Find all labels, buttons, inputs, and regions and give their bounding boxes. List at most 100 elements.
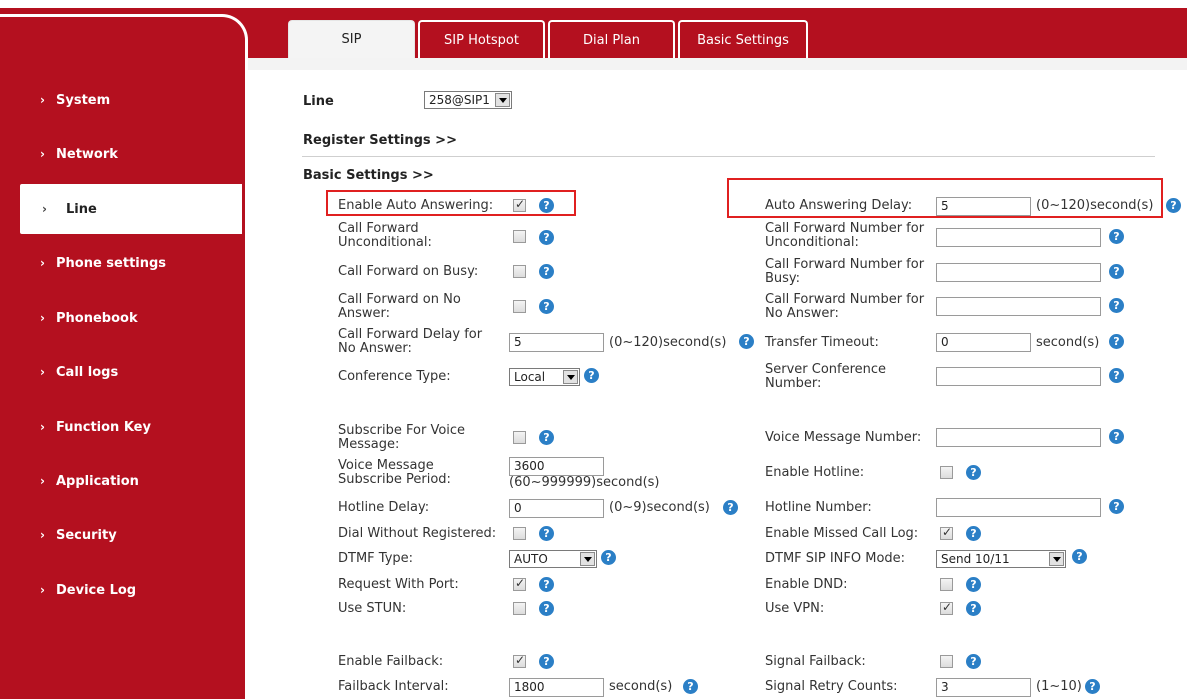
missed-call-log-checkbox[interactable] (940, 525, 953, 540)
help-icon[interactable]: ? (1109, 334, 1124, 349)
cfn-noanswer-input[interactable] (936, 297, 1101, 316)
enable-failback-checkbox[interactable] (513, 653, 526, 668)
cfn-busy-input[interactable] (936, 263, 1101, 282)
hotline-delay-input[interactable]: 0 (509, 499, 604, 518)
transfer-timeout-input[interactable]: 0 (936, 333, 1031, 352)
help-icon[interactable]: ? (1109, 368, 1124, 383)
sidebar-item-label: Application (56, 473, 139, 489)
sidebar-item-security[interactable]: › Security (0, 510, 242, 560)
tab-dial-plan[interactable]: Dial Plan (548, 20, 675, 58)
help-icon[interactable]: ? (1109, 499, 1124, 514)
highlight-box (326, 190, 576, 216)
use-stun-checkbox[interactable] (513, 602, 526, 615)
signal-failback-label: Signal Failback: (765, 654, 866, 669)
voice-message-number-label: Voice Message Number: (765, 430, 922, 445)
chevron-right-icon: › (40, 147, 45, 161)
line-label: Line (303, 94, 334, 109)
sidebar-item-device-log[interactable]: › Device Log (0, 565, 242, 615)
sidebar-item-line[interactable]: › Line (20, 184, 242, 234)
help-icon[interactable]: ? (966, 654, 981, 669)
sidebar-item-phone-settings[interactable]: › Phone settings (0, 238, 242, 288)
sidebar-item-application[interactable]: › Application (0, 456, 242, 506)
use-vpn-label: Use VPN: (765, 601, 825, 616)
chevron-right-icon: › (40, 420, 45, 434)
cf-delay-input[interactable]: 5 (509, 333, 604, 352)
cf-unconditional-checkbox[interactable] (513, 230, 526, 243)
chevron-down-icon (563, 370, 578, 384)
vm-period-input[interactable]: 3600 (509, 457, 604, 476)
chevron-right-icon: › (42, 202, 47, 216)
help-icon[interactable]: ? (966, 465, 981, 480)
signal-failback-checkbox[interactable] (940, 655, 953, 668)
chevron-right-icon: › (40, 528, 45, 542)
help-icon[interactable]: ? (966, 601, 981, 616)
sidebar-item-system[interactable]: › System (0, 75, 242, 125)
cf-delay-label: Call Forward Delay for No Answer: (338, 327, 483, 356)
signal-retry-label: Signal Retry Counts: (765, 679, 898, 694)
help-icon[interactable]: ? (966, 526, 981, 541)
help-icon[interactable]: ? (683, 679, 698, 694)
basic-settings-heading[interactable]: Basic Settings >> (303, 168, 434, 183)
dtmf-type-label: DTMF Type: (338, 551, 414, 566)
signal-retry-input[interactable]: 3 (936, 678, 1031, 697)
help-icon[interactable]: ? (584, 368, 599, 383)
conference-type-select[interactable]: Local (509, 368, 580, 386)
cf-noanswer-checkbox[interactable] (513, 300, 526, 313)
chevron-right-icon: › (40, 93, 45, 107)
sidebar-item-label: System (56, 92, 111, 108)
dtmf-sip-info-select[interactable]: Send 10/11 (936, 550, 1066, 568)
tab-basic-settings[interactable]: Basic Settings (678, 20, 808, 58)
help-icon[interactable]: ? (723, 500, 738, 515)
help-icon[interactable]: ? (1166, 198, 1181, 213)
enable-hotline-checkbox[interactable] (940, 466, 953, 479)
help-icon[interactable]: ? (1109, 429, 1124, 444)
help-icon[interactable]: ? (539, 264, 554, 279)
help-icon[interactable]: ? (539, 430, 554, 445)
highlight-box (727, 178, 1163, 218)
help-icon[interactable]: ? (1109, 298, 1124, 313)
cfn-unconditional-input[interactable] (936, 228, 1101, 247)
help-icon[interactable]: ? (601, 550, 616, 565)
dial-without-registered-checkbox[interactable] (513, 527, 526, 540)
help-icon[interactable]: ? (1109, 264, 1124, 279)
hotline-delay-label: Hotline Delay: (338, 500, 430, 515)
cf-noanswer-label: Call Forward on No Answer: (338, 292, 461, 321)
help-icon[interactable]: ? (539, 577, 554, 592)
use-vpn-checkbox[interactable] (940, 600, 953, 615)
help-icon[interactable]: ? (1085, 679, 1100, 694)
sidebar-item-label: Function Key (56, 419, 151, 435)
help-icon[interactable]: ? (739, 334, 754, 349)
help-icon[interactable]: ? (539, 526, 554, 541)
register-settings-link[interactable]: Register Settings >> (303, 133, 457, 148)
sidebar-item-phonebook[interactable]: › Phonebook (0, 293, 242, 343)
cfn-busy-label: Call Forward Number for Busy: (765, 257, 925, 286)
sidebar-item-network[interactable]: › Network (0, 129, 242, 179)
sidebar-item-function-key[interactable]: › Function Key (0, 402, 242, 452)
help-icon[interactable]: ? (1072, 549, 1087, 564)
dtmf-type-select[interactable]: AUTO (509, 550, 597, 568)
tab-sip-hotspot[interactable]: SIP Hotspot (418, 20, 545, 58)
server-conference-input[interactable] (936, 367, 1101, 386)
sidebar-item-label: Network (56, 146, 118, 162)
hotline-delay-unit: (0~9)second(s) (609, 500, 710, 515)
cf-busy-checkbox[interactable] (513, 265, 526, 278)
help-icon[interactable]: ? (539, 230, 554, 245)
hotline-number-input[interactable] (936, 498, 1101, 517)
help-icon[interactable]: ? (966, 577, 981, 592)
failback-interval-input[interactable]: 1800 (509, 678, 604, 697)
sidebar-item-label: Call logs (56, 364, 119, 380)
line-select-value: 258@SIP1 (429, 93, 490, 107)
subscribe-voice-checkbox[interactable] (513, 431, 526, 444)
voice-message-number-input[interactable] (936, 428, 1101, 447)
subscribe-voice-label: Subscribe For Voice Message: (338, 423, 466, 452)
help-icon[interactable]: ? (539, 654, 554, 669)
help-icon[interactable]: ? (1109, 229, 1124, 244)
enable-dnd-checkbox[interactable] (940, 578, 953, 591)
sidebar-item-call-logs[interactable]: › Call logs (0, 347, 242, 397)
line-select[interactable]: 258@SIP1 (424, 91, 512, 109)
tab-sip[interactable]: SIP (288, 20, 415, 58)
request-port-checkbox[interactable] (513, 576, 526, 591)
chevron-down-icon (495, 93, 510, 107)
help-icon[interactable]: ? (539, 601, 554, 616)
help-icon[interactable]: ? (539, 299, 554, 314)
